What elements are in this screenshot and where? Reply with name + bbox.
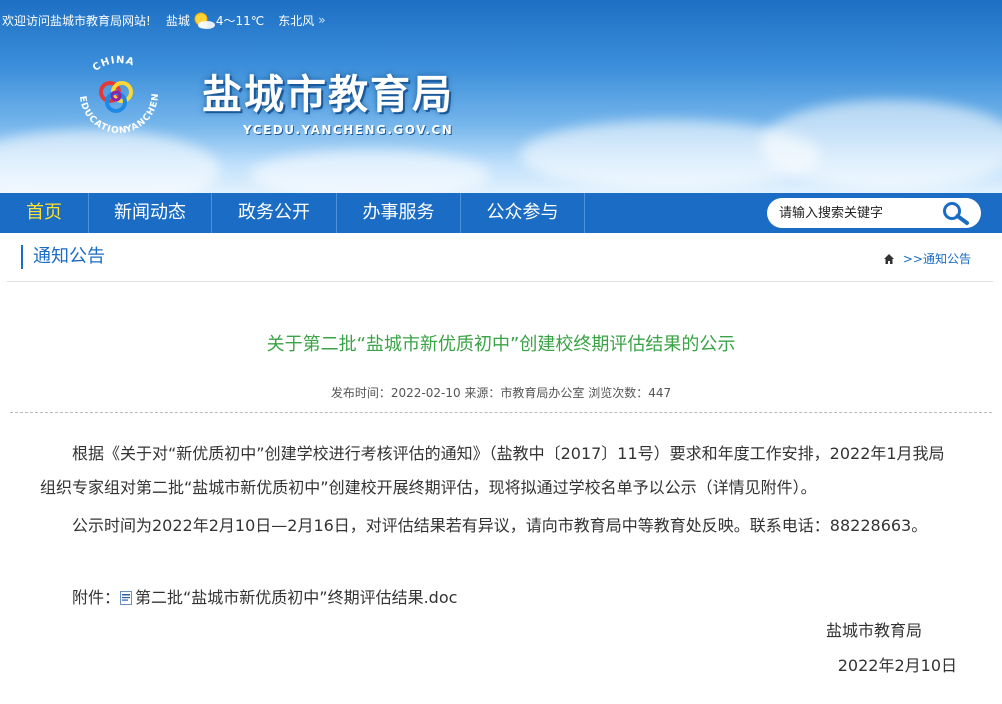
site-header: 欢迎访问盐城市教育局网站! 盐城 4～11℃ 东北风 » CHINA EDUCA… — [0, 0, 1002, 193]
nav-item-home[interactable]: 首页 — [0, 193, 89, 233]
weather-temperature: 4～11℃ — [215, 13, 265, 28]
search-icon — [943, 202, 969, 225]
attachment-label: 附件： — [72, 588, 121, 607]
weather-city: 盐城 — [165, 13, 190, 28]
page: 欢迎访问盐城市教育局网站! 盐城 4～11℃ 东北风 » CHINA EDUCA… — [0, 0, 1002, 704]
doc-file-icon — [120, 591, 133, 605]
breadcrumb-current[interactable]: 通知公告 — [923, 250, 971, 267]
article-meta: 发布时间：2022-02-10 来源：市教育局办公室 浏览次数：447 — [330, 386, 672, 400]
nav-item-government[interactable]: 政务公开 — [212, 193, 337, 233]
top-info-bar: 欢迎访问盐城市教育局网站! 盐城 4～11℃ 东北风 » — [0, 0, 1002, 40]
cloud-decoration — [250, 150, 490, 193]
article-divider — [10, 412, 992, 413]
nav-item-services[interactable]: 办事服务 — [337, 193, 461, 233]
search-input[interactable] — [779, 204, 939, 222]
breadcrumb: >> 通知公告 — [883, 250, 971, 267]
wind-direction-icon: » — [318, 13, 326, 27]
cloud-decoration — [760, 100, 1002, 190]
search-box — [767, 198, 981, 228]
attachment-link[interactable]: 第二批“盐城市新优质初中”终期评估结果.doc — [135, 581, 457, 615]
site-domain: YCEDU.YANCHENG.GOV.CN — [243, 123, 454, 137]
article-paragraph-1: 根据《关于对“新优质初中”创建学校进行考核评估的通知》（盐教中〔2017〕11号… — [40, 444, 945, 497]
article-date: 2022年2月10日 — [837, 656, 957, 675]
svg-text:CHINA: CHINA — [91, 55, 136, 74]
search-button[interactable] — [939, 200, 973, 226]
site-title: 盐城市教育局 — [202, 72, 454, 118]
sun-cloud-icon — [192, 12, 215, 29]
article-paragraph-2: 公示时间为2022年2月10日—2月16日，对评估结果若有异议，请向市教育局中等… — [72, 516, 928, 535]
breadcrumb-bar: 通知公告 >> 通知公告 — [7, 233, 993, 282]
home-icon[interactable] — [883, 253, 895, 265]
article-signature: 盐城市教育局 — [825, 621, 922, 640]
attachment-line: 附件： 第二批“盐城市新优质初中”终期评估结果.doc — [40, 581, 992, 615]
welcome-text: 欢迎访问盐城市教育局网站! — [2, 13, 151, 28]
article-title: 关于第二批“盐城市新优质初中”创建校终期评估结果的公示 — [266, 334, 736, 355]
nav-item-participation[interactable]: 公众参与 — [461, 193, 585, 233]
nav-item-news[interactable]: 新闻动态 — [89, 193, 212, 233]
logo-text-top: CHINA — [91, 55, 135, 74]
site-logo[interactable]: CHINA EDUCATION YANCHENG — [66, 41, 168, 146]
breadcrumb-separator: >> — [902, 251, 923, 266]
weather-wind: 东北风 — [278, 13, 315, 28]
section-title: 通知公告 — [21, 245, 105, 269]
